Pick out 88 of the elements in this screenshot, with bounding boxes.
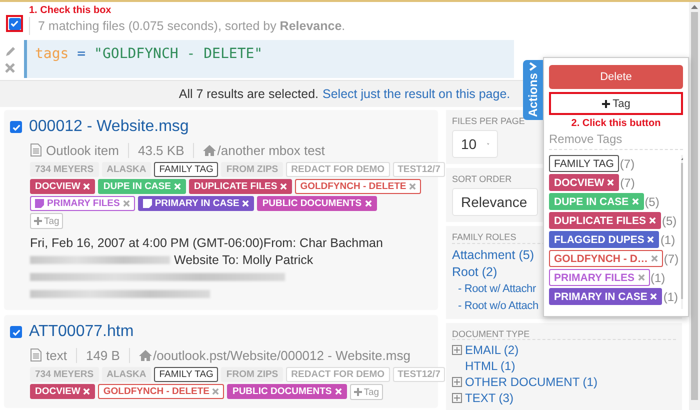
filter-link[interactable]: TEXT (3)	[465, 391, 514, 405]
body-text: Fri, Feb 16, 2007 at 4:00 PM (GMT-06:00)From: Char Bachman	[30, 236, 383, 250]
tag[interactable]: REDACT FOR DEMO	[286, 367, 390, 382]
tag[interactable]: DOCVIEW	[30, 179, 96, 194]
tag-count: (5)	[662, 214, 677, 228]
chevron-icon	[529, 62, 537, 72]
tag[interactable]: DUPLICATE FILES	[188, 179, 292, 194]
tag-count: (1)	[663, 290, 678, 304]
plus-icon	[602, 100, 610, 108]
remove-icon[interactable]	[638, 274, 645, 281]
checkbox[interactable]	[10, 121, 22, 133]
document-icon	[30, 348, 42, 362]
file-path: /another mbox test	[217, 142, 325, 158]
tag[interactable]: PRIMARY IN CASE	[138, 196, 254, 211]
panel-label: DOCUMENT TYPE	[452, 329, 530, 339]
remove-icon[interactable]	[409, 183, 416, 190]
scroll-up-icon[interactable]	[691, 4, 698, 9]
tag[interactable]: GOLDFYNCH - D…	[549, 250, 663, 267]
tag[interactable]: PRIMARY IN CASE	[549, 288, 662, 305]
delete-button[interactable]: Delete	[549, 65, 683, 89]
add-tag-button[interactable]: Tag	[549, 92, 683, 115]
filter-link[interactable]: - Root w/o Attach	[452, 299, 538, 313]
file-size: 149 B	[86, 348, 120, 362]
filter-link[interactable]: OTHER DOCUMENT (1)	[465, 375, 598, 389]
tag-count: (1)	[650, 270, 666, 284]
remove-icon[interactable]	[650, 255, 658, 262]
add-tag-button[interactable]: Tag	[350, 384, 384, 400]
panel-label: FILES PER PAGE	[452, 116, 525, 126]
tag-count: (7)	[664, 252, 679, 266]
remove-icon[interactable]	[122, 200, 130, 207]
tag[interactable]: FLAGGED DUPES	[549, 231, 660, 248]
tag-count: (7)	[620, 176, 635, 190]
body-text: Website To: Molly Patrick	[174, 253, 314, 267]
tag[interactable]: REDACT FOR DEMO	[286, 162, 390, 177]
tag[interactable]: PRIMARY FILES	[549, 269, 650, 286]
select-page-link[interactable]: Select just the result on this page.	[322, 87, 510, 101]
tag[interactable]: DUPLICATE FILES	[549, 212, 661, 229]
tag[interactable]: TEST12/7	[392, 162, 446, 177]
query-field[interactable]: tags = "GOLDFYNCH - DELETE"	[24, 40, 514, 78]
tag[interactable]: DOCVIEW	[549, 174, 620, 191]
edit-icon[interactable]	[5, 45, 17, 57]
tag-count: (5)	[644, 194, 660, 208]
files-per-page-select[interactable]: 10	[452, 130, 498, 158]
home-icon	[138, 350, 152, 360]
expand-icon[interactable]	[452, 393, 462, 403]
tag[interactable]: PUBLIC DOCUMENTS	[257, 196, 377, 211]
tag-count: (1)	[660, 232, 676, 246]
add-tag-button[interactable]: Tag	[30, 213, 64, 229]
banner-text: All 7 results are selected.	[178, 87, 319, 101]
plus-icon	[34, 217, 42, 225]
filter-link[interactable]: HTML (1)	[465, 359, 516, 373]
plus-icon	[354, 388, 362, 396]
file-size: 43.5 KB	[138, 142, 184, 158]
scrollbar-thumb[interactable]	[691, 12, 698, 400]
result-title[interactable]: ATT00077.htm	[29, 323, 134, 341]
clear-icon[interactable]	[5, 63, 15, 73]
annotation-text: 2. Click this button	[570, 118, 662, 129]
panel-label: FAMILY ROLES	[452, 232, 516, 242]
result-title[interactable]: 000012 - Website.msg	[29, 118, 189, 136]
results-summary: 7 matching files (0.075 seconds), sorted by Relevance.	[29, 17, 346, 35]
sort-order-select[interactable]: Relevance	[452, 188, 538, 216]
tag[interactable]: FAMILY TAG	[549, 155, 619, 172]
panel-label: SORT ORDER	[452, 174, 512, 184]
filter-link[interactable]: Root (2)	[452, 265, 498, 279]
expand-icon[interactable]	[452, 377, 462, 387]
annotation-text: 1. Check this box	[29, 5, 112, 17]
actions-tab[interactable]: Actions	[523, 60, 543, 120]
tag[interactable]: GOLDFYNCH - DELETE	[295, 179, 422, 194]
tag[interactable]: GOLDFYNCH - DELETE	[98, 384, 224, 399]
filter-link[interactable]: - Root w/ Attachr	[452, 282, 536, 296]
tag[interactable]: PUBLIC DOCUMENTS	[227, 384, 347, 399]
tag[interactable]: PRIMARY FILES	[30, 196, 135, 211]
remove-icon[interactable]	[212, 388, 220, 395]
file-type: Outlook item	[46, 142, 119, 158]
tag[interactable]: DOCVIEW	[30, 384, 96, 399]
tag[interactable]: FAMILY TAG	[154, 367, 218, 382]
filter-link[interactable]: EMAIL (2)	[465, 343, 519, 357]
home-icon	[203, 144, 216, 156]
tag[interactable]: FAMILY TAG	[154, 162, 218, 177]
filter-link[interactable]: Attachment (5)	[452, 248, 534, 262]
document-icon	[30, 143, 42, 157]
checkbox[interactable]	[10, 326, 22, 338]
expand-icon[interactable]	[452, 345, 462, 355]
tag[interactable]: TEST12/7	[392, 367, 446, 382]
tag-count: (7)	[620, 156, 635, 170]
file-path: /ooutlook.pst/Website/000012 - Website.msg	[152, 348, 410, 362]
file-type: text	[46, 348, 67, 362]
remove-tags-label: Remove Tags	[549, 132, 622, 146]
